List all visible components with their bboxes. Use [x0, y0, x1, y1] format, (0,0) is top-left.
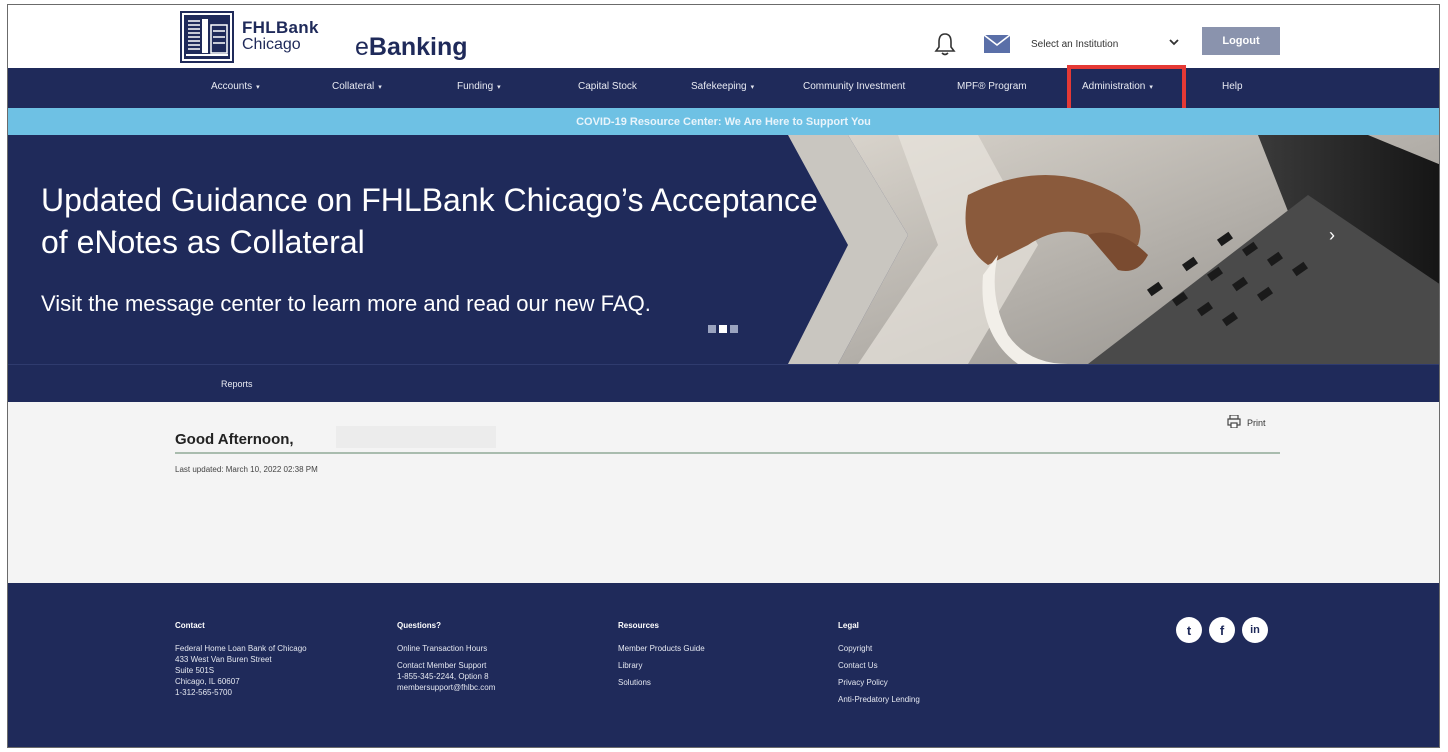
- footer-legal: Legal Copyright Contact Us Privacy Polic…: [838, 620, 920, 705]
- institution-select[interactable]: Select an Institution: [1028, 31, 1196, 57]
- footer-link-library[interactable]: Library: [618, 660, 705, 671]
- twitter-icon[interactable]: t: [1176, 617, 1202, 643]
- caret-down-icon: ▾: [497, 84, 501, 91]
- hero-title: Updated Guidance on FHLBank Chicago’s Ac…: [41, 182, 818, 260]
- footer-link-copyright[interactable]: Copyright: [838, 643, 920, 654]
- nav-item-label: Funding: [457, 81, 494, 92]
- brand-bottom: Chicago: [242, 36, 301, 53]
- logo-icon[interactable]: [180, 11, 234, 63]
- footer-link-privacy-policy[interactable]: Privacy Policy: [838, 677, 920, 688]
- address-line: Federal Home Loan Bank of Chicago: [175, 644, 307, 653]
- nav-item-collateral[interactable]: Collateral ▾: [332, 81, 382, 92]
- browser-frame: FHLBank Chicago eBanking Select an Insti…: [7, 4, 1440, 748]
- facebook-icon[interactable]: f: [1209, 617, 1235, 643]
- nav-item-community-investment[interactable]: Community Investment: [803, 81, 905, 92]
- address-line: Suite 501S: [175, 666, 215, 675]
- footer-link-contact-us[interactable]: Contact Us: [838, 660, 920, 671]
- footer-link-transaction-hours[interactable]: Online Transaction Hours: [397, 643, 495, 654]
- footer-heading: Contact: [175, 621, 205, 630]
- footer-contact: Contact Federal Home Loan Bank of Chicag…: [175, 620, 307, 698]
- caret-down-icon: ▾: [378, 84, 382, 91]
- site-footer: Contact Federal Home Loan Bank of Chicag…: [8, 583, 1439, 747]
- bell-icon[interactable]: [934, 32, 956, 56]
- carousel-dot[interactable]: [708, 325, 716, 333]
- nav-item-safekeeping[interactable]: Safekeeping ▾: [691, 81, 754, 92]
- print-label: Print: [1247, 417, 1266, 428]
- nav-item-label: Collateral: [332, 81, 375, 92]
- nav-item-label: Community Investment: [803, 81, 906, 92]
- footer-heading: Legal: [838, 621, 859, 630]
- nav-item-label: Capital Stock: [578, 81, 637, 92]
- carousel-next-icon[interactable]: ›: [1329, 225, 1335, 246]
- site-header: FHLBank Chicago eBanking Select an Insti…: [8, 5, 1439, 68]
- institution-select-value: Select an Institution: [1031, 38, 1119, 50]
- nav-item-label: Help: [1222, 81, 1243, 92]
- address-line: Chicago, IL 60607: [175, 677, 240, 686]
- caret-down-icon: ▾: [256, 84, 260, 91]
- app-title: eBanking: [355, 33, 468, 62]
- nav-item-label: Safekeeping: [691, 81, 747, 92]
- footer-heading: Resources: [618, 621, 659, 630]
- nav-item-label: Accounts: [211, 81, 253, 92]
- subnav-item-reports[interactable]: Reports: [221, 379, 253, 389]
- carousel-dot-active[interactable]: [719, 325, 727, 333]
- administration-highlight-box: [1067, 65, 1186, 112]
- hero-subtitle[interactable]: Visit the message center to learn more a…: [41, 291, 651, 317]
- hero-carousel: ‹ Updated Guidance on FHLBank Chicago’s …: [8, 135, 1439, 364]
- app-title-name: Banking: [368, 33, 468, 61]
- chevron-down-icon: [1168, 36, 1180, 48]
- logout-button[interactable]: Logout: [1202, 27, 1280, 55]
- carousel-indicators: [708, 325, 738, 333]
- support-phone: 1-855-345-2244, Option 8: [397, 672, 489, 681]
- linkedin-icon[interactable]: in: [1242, 617, 1268, 643]
- last-updated-text: Last updated: March 10, 2022 02:38 PM: [175, 465, 318, 474]
- greeting-heading: Good Afternoon,: [175, 431, 294, 448]
- address-line: 433 West Van Buren Street: [175, 655, 272, 664]
- footer-link-member-products-guide[interactable]: Member Products Guide: [618, 643, 705, 654]
- nav-item-mpf-program[interactable]: MPF® Program: [957, 81, 1027, 92]
- support-email-link[interactable]: membersupport@fhlbc.com: [397, 682, 495, 693]
- mail-icon[interactable]: [983, 34, 1011, 53]
- nav-item-label: MPF® Program: [957, 81, 1027, 92]
- brand-name: FHLBank Chicago: [242, 19, 319, 53]
- nav-item-funding[interactable]: Funding ▾: [457, 81, 501, 92]
- footer-link-anti-predatory-lending[interactable]: Anti-Predatory Lending: [838, 694, 920, 705]
- footer-resources: Resources Member Products Guide Library …: [618, 620, 705, 688]
- footer-questions: Questions? Online Transaction Hours Cont…: [397, 620, 495, 693]
- brand-top: FHLBank: [242, 18, 319, 37]
- hero-laptop-image: [788, 135, 1439, 364]
- app-title-prefix: e: [355, 33, 369, 61]
- nav-item-help[interactable]: Help: [1222, 81, 1243, 92]
- nav-item-accounts[interactable]: Accounts ▾: [211, 81, 260, 92]
- footer-heading: Questions?: [397, 621, 442, 630]
- support-line: Contact Member Support: [397, 661, 487, 670]
- carousel-dot[interactable]: [730, 325, 738, 333]
- main-nav: Accounts ▾ Collateral ▾ Funding ▾ Capital S…: [8, 68, 1439, 108]
- divider: [175, 452, 1280, 454]
- caret-down-icon: ▾: [750, 84, 755, 91]
- print-button[interactable]: Print: [1227, 414, 1266, 430]
- covid-resource-banner[interactable]: COVID-19 Resource Center: We Are Here to…: [8, 108, 1439, 135]
- main-content: Good Afternoon, Last updated: March 10, …: [8, 402, 1439, 583]
- phone-number: 1-312-565-5700: [175, 688, 232, 697]
- nav-item-capital-stock[interactable]: Capital Stock: [578, 81, 637, 92]
- user-name-redacted: [336, 426, 496, 448]
- sub-nav: Reports: [8, 364, 1439, 402]
- footer-link-solutions[interactable]: Solutions: [618, 677, 705, 688]
- printer-icon: [1227, 414, 1241, 430]
